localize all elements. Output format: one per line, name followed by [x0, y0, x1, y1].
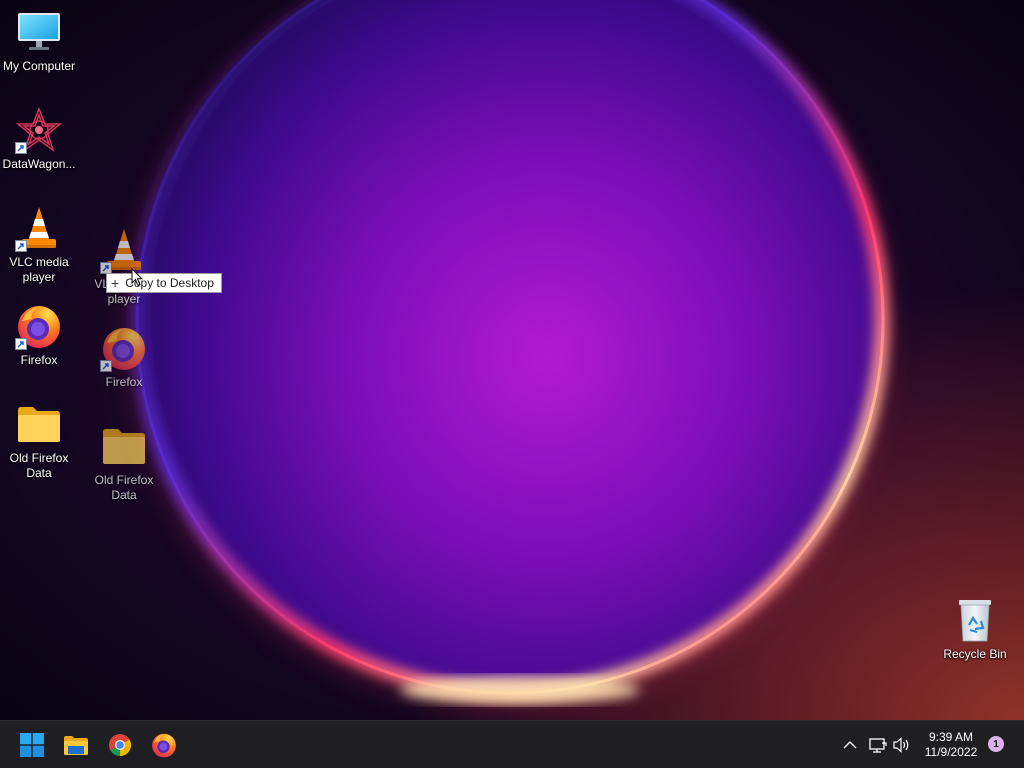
volume-icon: [893, 737, 909, 753]
shortcut-arrow-icon: [15, 338, 27, 350]
taskbar: 9:39 AM 11/9/2022: [0, 720, 1024, 768]
chrome-icon: [109, 734, 131, 756]
folder-icon: [100, 422, 148, 470]
chrome-button[interactable]: [100, 725, 140, 765]
drag-ghost-firefox: Firefox: [82, 324, 166, 390]
clock[interactable]: 9:39 AM 11/9/2022: [918, 730, 984, 760]
desktop-icon-datawagon[interactable]: DataWagon...: [0, 106, 81, 172]
shortcut-arrow-icon: [15, 142, 27, 154]
drag-tooltip: + Copy to Desktop: [106, 273, 222, 293]
vlc-icon: [100, 226, 148, 274]
network-button[interactable]: [867, 733, 889, 757]
mouse-cursor-icon: [131, 268, 143, 287]
desktop-icon-label: DataWagon...: [2, 157, 76, 171]
chevron-up-icon: [843, 741, 857, 749]
drag-ghost-label: Old Firefox Data: [94, 473, 154, 502]
network-icon: [869, 738, 887, 753]
firefox-icon: [152, 733, 176, 758]
file-explorer-icon: [64, 736, 88, 755]
clock-time: 9:39 AM: [928, 730, 974, 744]
drag-ghost-label: Firefox: [105, 375, 143, 389]
shortcut-arrow-icon: [15, 240, 27, 252]
desktop-icon-firefox[interactable]: Firefox: [0, 302, 81, 368]
desktop-icon-my-computer[interactable]: My Computer: [0, 8, 81, 74]
desktop-icon-label: Firefox: [20, 353, 58, 367]
plus-icon: +: [111, 275, 120, 291]
desktop-icon-label: VLC media player: [9, 255, 69, 284]
vlc-icon: [15, 204, 63, 252]
notification-badge[interactable]: 1: [988, 736, 1004, 752]
firefox-taskbar-button[interactable]: [144, 725, 184, 765]
folder-icon: [15, 400, 63, 448]
desktop-icon-recycle-bin[interactable]: Recycle Bin: [933, 596, 1017, 662]
computer-icon: [15, 8, 63, 56]
desktop[interactable]: My Computer DataWagon... VLC media playe…: [0, 0, 1024, 720]
clock-date: 11/9/2022: [924, 745, 978, 759]
volume-button[interactable]: [891, 733, 913, 757]
shortcut-arrow-icon: [100, 360, 112, 372]
drag-ghost-vlc: VLC media player: [82, 226, 166, 307]
drag-ghost-old-firefox-data: Old Firefox Data: [82, 422, 166, 503]
recycle-bin-icon: [951, 596, 999, 644]
tray-overflow-button[interactable]: [839, 733, 861, 757]
desktop-icon-old-firefox-data[interactable]: Old Firefox Data: [0, 400, 81, 481]
file-explorer-button[interactable]: [56, 725, 96, 765]
start-button[interactable]: [12, 725, 52, 765]
firefox-icon: [100, 324, 148, 372]
datawagon-icon: [15, 106, 63, 154]
desktop-icon-vlc[interactable]: VLC media player: [0, 204, 81, 285]
firefox-icon: [15, 302, 63, 350]
recycle-bin-label: Recycle Bin: [943, 647, 1007, 661]
desktop-icon-label: My Computer: [2, 59, 76, 73]
desktop-icon-label: Old Firefox Data: [9, 451, 69, 480]
windows-start-icon: [20, 733, 44, 757]
